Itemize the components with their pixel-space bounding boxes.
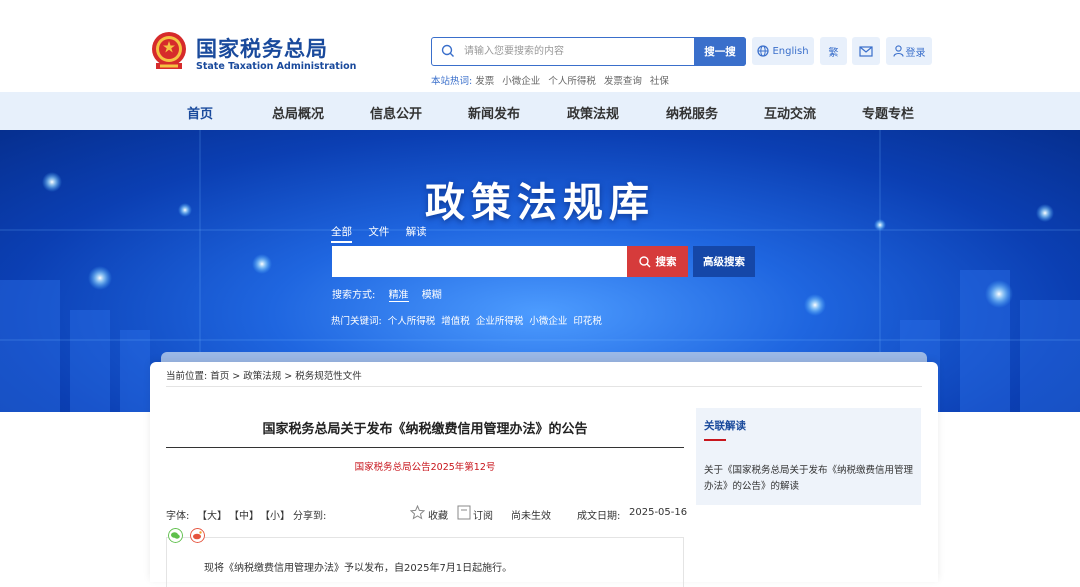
tab-documents[interactable]: 文件 bbox=[368, 226, 389, 241]
related-title: 关联解读 bbox=[704, 420, 746, 432]
site-hot-words: 本站热词: 发票 小微企业 个人所得税 发票查询 社保 bbox=[431, 73, 674, 87]
share-label: 分享到: bbox=[293, 511, 327, 522]
breadcrumb[interactable]: 当前位置: 首页 > 政策法规 > 税务规范性文件 bbox=[166, 368, 362, 382]
date-label: 成文日期: bbox=[577, 511, 621, 522]
document-panel: 当前位置: 首页 > 政策法规 > 税务规范性文件 国家税务总局关于发布《纳税缴… bbox=[150, 362, 938, 587]
main-nav: 首页 总局概况 信息公开 新闻发布 政策法规 纳税服务 互动交流 专题专栏 bbox=[0, 92, 1080, 130]
mode-fuzzy[interactable]: 模糊 bbox=[422, 290, 442, 301]
nav-item-info-disclosure[interactable]: 信息公开 bbox=[370, 103, 422, 122]
english-label: English bbox=[772, 45, 809, 57]
logo-english-name: State Taxation Administration bbox=[196, 61, 357, 72]
font-size-label: 字体: bbox=[166, 511, 190, 522]
subscribe-icon[interactable] bbox=[457, 505, 471, 520]
policy-search-input[interactable] bbox=[332, 246, 627, 277]
tab-all[interactable]: 全部 bbox=[331, 226, 352, 243]
search-mode-label: 搜索方式: bbox=[332, 290, 376, 301]
hot-word-link[interactable]: 发票 bbox=[475, 76, 494, 87]
banner-title: 政策法规库 bbox=[425, 179, 655, 226]
nav-item-topics[interactable]: 专题专栏 bbox=[862, 103, 914, 122]
subscribe-button[interactable]: 订阅 bbox=[473, 507, 493, 522]
site-search: 搜一搜 bbox=[431, 37, 746, 66]
policy-search-label: 搜索 bbox=[655, 256, 677, 268]
hot-word-link[interactable]: 社保 bbox=[650, 76, 669, 87]
font-size-small[interactable]: 【小】 bbox=[260, 507, 290, 522]
traditional-label: 繁 bbox=[828, 47, 839, 59]
related-link[interactable]: 关于《国家税务总局关于发布《纳税缴费信用管理办法》的公告》的解读 bbox=[704, 463, 914, 495]
search-scope-tabs: 全部 文件 解读 bbox=[331, 224, 440, 243]
globe-icon bbox=[757, 45, 770, 57]
document-date: 2025-05-16 bbox=[629, 507, 688, 518]
hot-words-label: 本站热词: bbox=[431, 76, 473, 87]
hot-keyword-link[interactable]: 印花税 bbox=[573, 316, 602, 327]
document-title: 国家税务总局关于发布《纳税缴费信用管理办法》的公告 bbox=[262, 422, 588, 437]
hot-keyword-link[interactable]: 个人所得税 bbox=[388, 316, 436, 327]
related-title-underline bbox=[704, 439, 726, 441]
national-emblem-icon bbox=[152, 32, 186, 69]
policy-search-button[interactable]: 搜索 bbox=[627, 246, 688, 277]
hot-word-link[interactable]: 发票查询 bbox=[604, 76, 642, 87]
hot-keyword-link[interactable]: 小微企业 bbox=[529, 316, 567, 327]
font-size-large[interactable]: 【大】 bbox=[197, 507, 227, 522]
hot-keywords: 热门关键词: 个人所得税 增值税 企业所得税 小微企业 印花税 bbox=[331, 313, 605, 327]
nav-item-policy[interactable]: 政策法规 bbox=[567, 103, 619, 122]
hot-word-link[interactable]: 小微企业 bbox=[502, 76, 540, 87]
nav-item-interaction[interactable]: 互动交流 bbox=[764, 103, 816, 122]
document-body-text: 现将《纳税缴费信用管理办法》予以发布，自2025年7月1日起施行。 bbox=[204, 563, 513, 574]
mail-button[interactable] bbox=[852, 37, 880, 65]
hot-keyword-link[interactable]: 企业所得税 bbox=[476, 316, 524, 327]
related-interpretation: 关联解读 关于《国家税务总局关于发布《纳税缴费信用管理办法》的公告》的解读 bbox=[696, 408, 921, 505]
traditional-chinese-button[interactable]: 繁 bbox=[820, 37, 847, 65]
divider bbox=[166, 386, 922, 387]
header: 国家税务总局 State Taxation Administration 搜一搜… bbox=[0, 0, 1080, 92]
hot-keyword-link[interactable]: 增值税 bbox=[441, 316, 470, 327]
hot-word-link[interactable]: 个人所得税 bbox=[548, 76, 596, 87]
star-icon[interactable] bbox=[410, 505, 425, 520]
font-size-medium[interactable]: 【中】 bbox=[229, 507, 259, 522]
document-number: 国家税务总局公告2025年第12号 bbox=[354, 462, 496, 473]
mail-icon bbox=[859, 45, 873, 57]
weibo-share-icon[interactable] bbox=[190, 528, 205, 543]
hot-keywords-label: 热门关键词: bbox=[331, 316, 382, 327]
mode-exact[interactable]: 精准 bbox=[388, 290, 409, 302]
site-search-input[interactable] bbox=[464, 41, 689, 62]
nav-item-home[interactable]: 首页 bbox=[187, 103, 213, 122]
title-divider bbox=[166, 447, 684, 448]
site-search-button[interactable]: 搜一搜 bbox=[694, 37, 746, 66]
nav-item-overview[interactable]: 总局概况 bbox=[272, 103, 324, 122]
user-icon bbox=[892, 45, 904, 57]
site-logo[interactable]: 国家税务总局 State Taxation Administration bbox=[150, 30, 356, 74]
login-label: 登录 bbox=[905, 47, 926, 59]
favorite-button[interactable]: 收藏 bbox=[428, 507, 448, 522]
search-icon bbox=[638, 255, 650, 267]
effective-status: 尚未生效 bbox=[511, 511, 551, 522]
search-icon bbox=[441, 44, 454, 57]
wechat-share-icon[interactable] bbox=[168, 528, 183, 543]
tab-interpretation[interactable]: 解读 bbox=[406, 226, 427, 241]
search-mode: 搜索方式: 精准 模糊 bbox=[332, 286, 452, 302]
nav-item-news[interactable]: 新闻发布 bbox=[468, 103, 520, 122]
login-button[interactable]: 登录 bbox=[886, 37, 932, 65]
advanced-search-button[interactable]: 高级搜索 bbox=[693, 246, 755, 277]
logo-chinese-name: 国家税务总局 bbox=[196, 37, 328, 61]
english-button[interactable]: English bbox=[752, 37, 814, 65]
nav-item-tax-service[interactable]: 纳税服务 bbox=[666, 103, 718, 122]
